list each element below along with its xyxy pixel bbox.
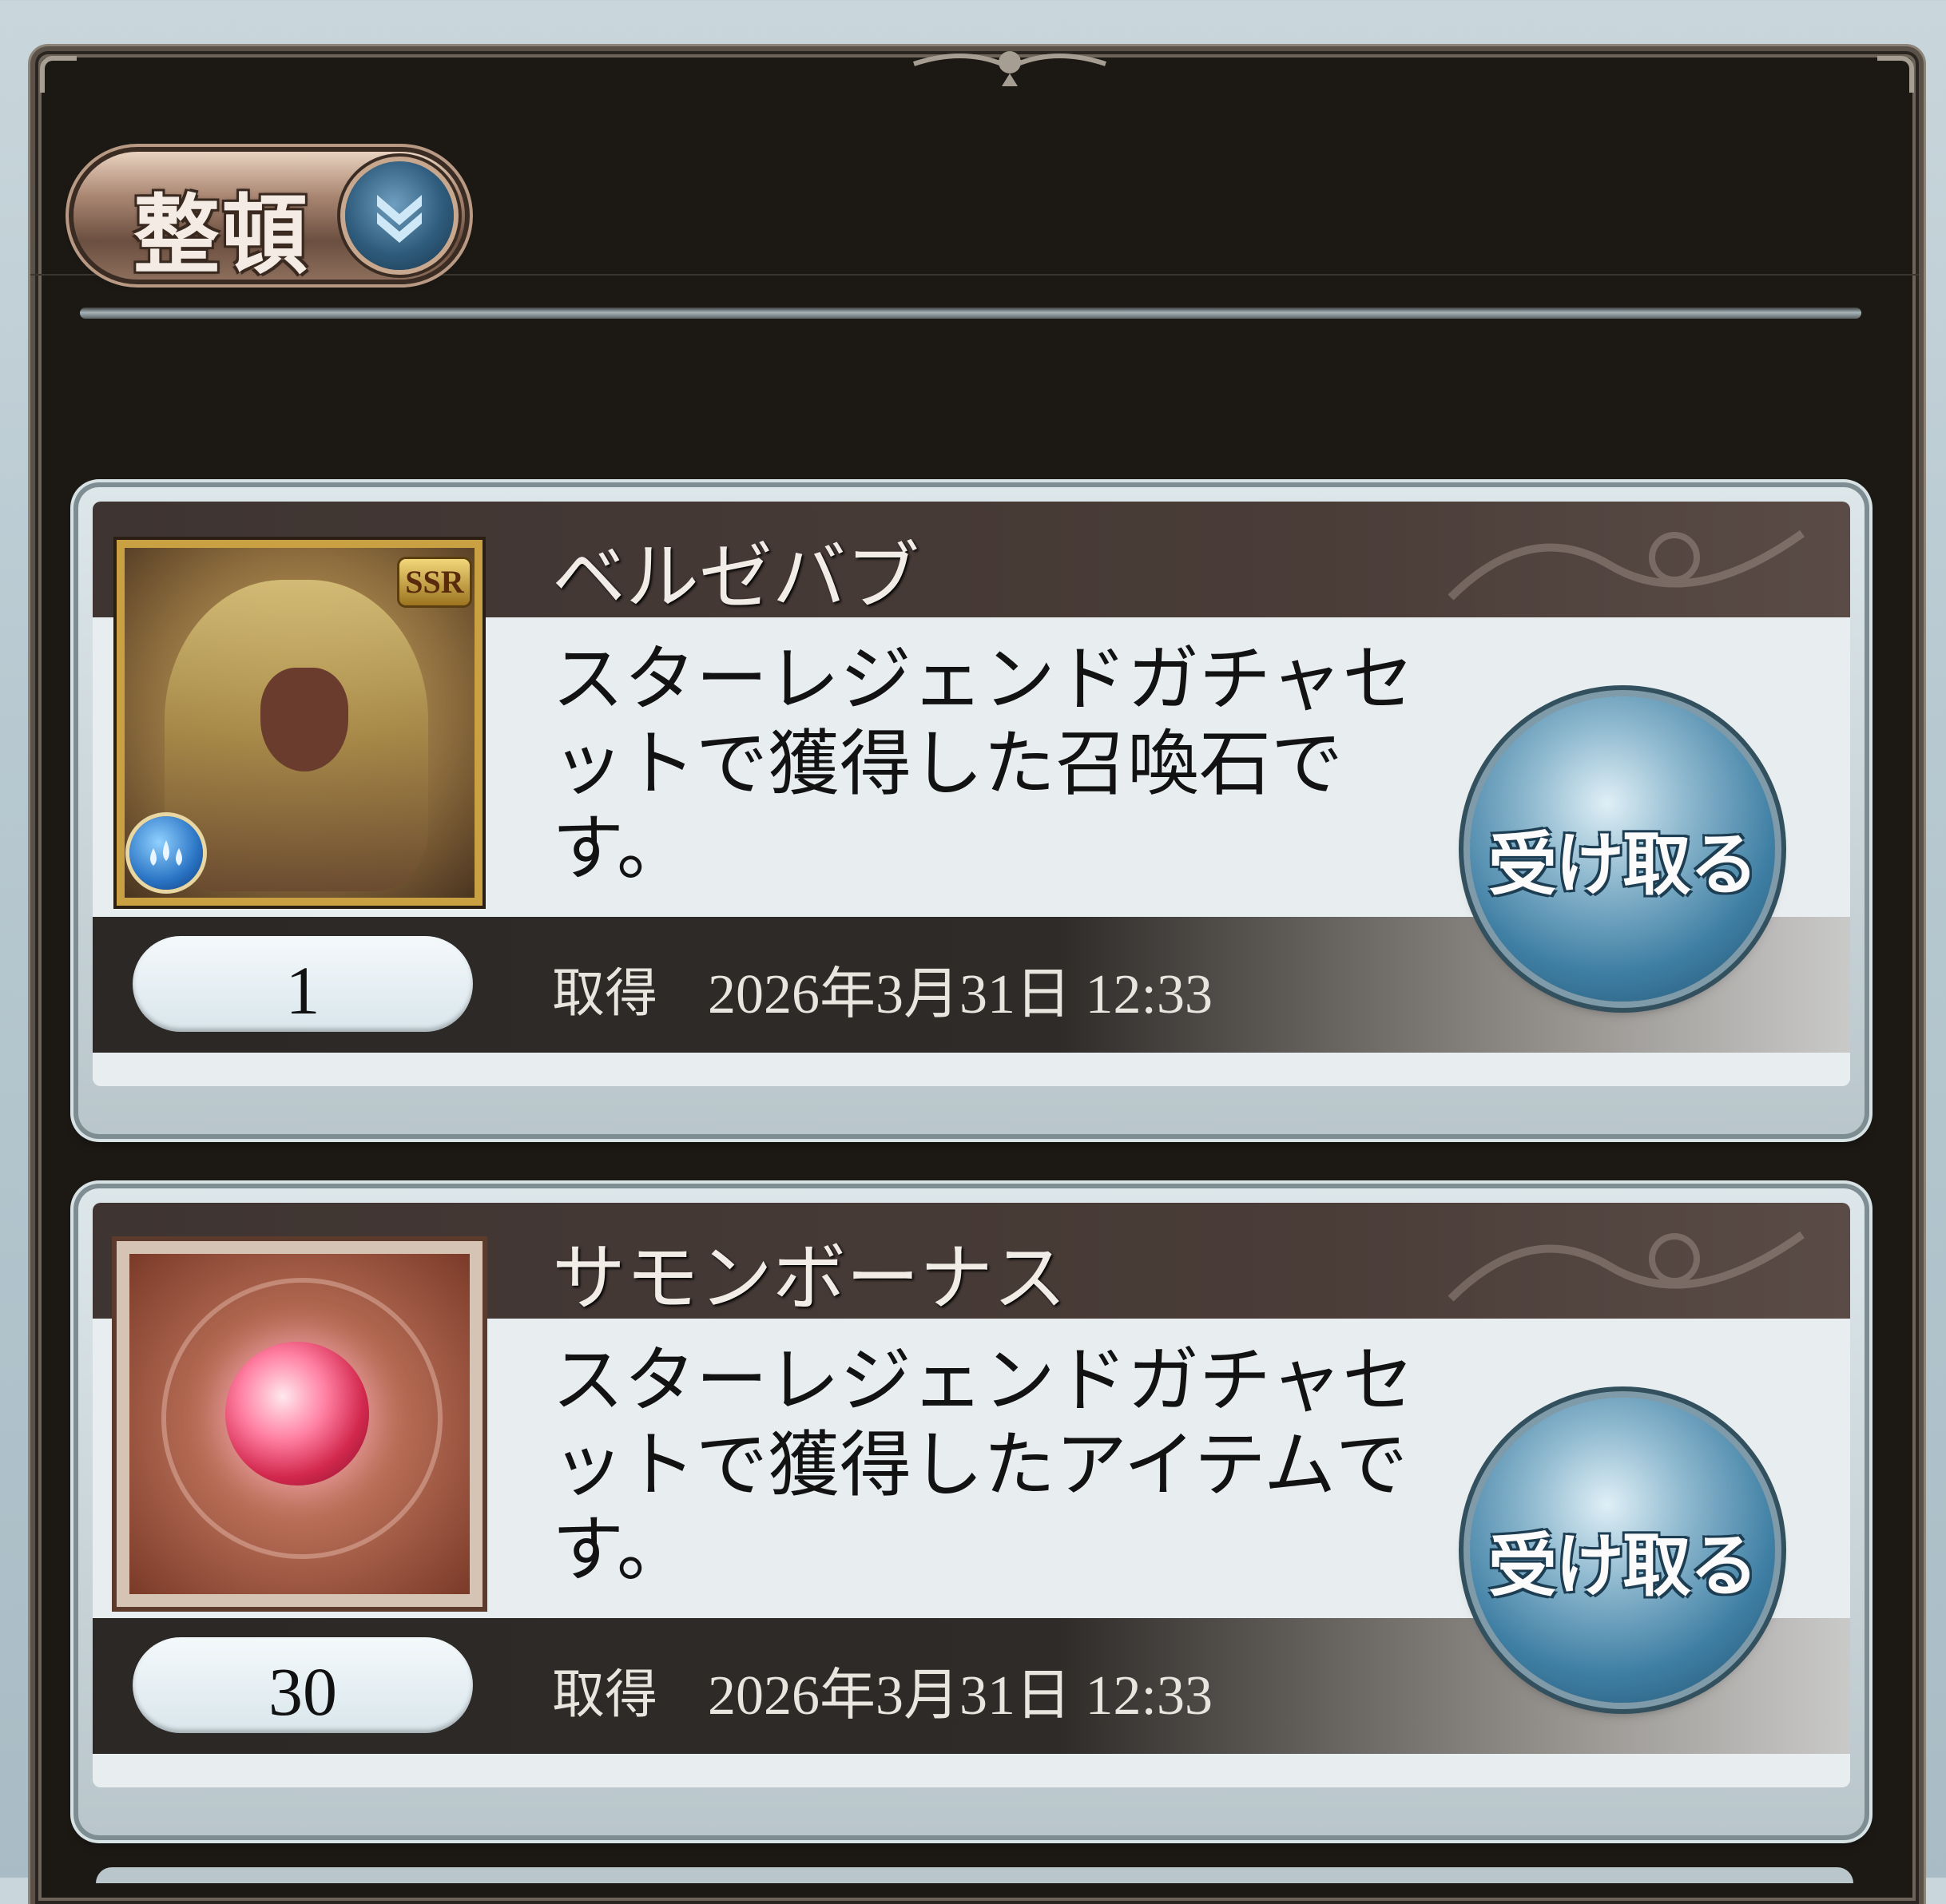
gift-item-card: サモンボーナス スターレジェンドガチャセットで獲得したアイテムです。 30 取得… [78,1188,1865,1835]
section-separator [80,307,1861,319]
quantity-value: 30 [268,1653,337,1730]
acquired-date: 2026年3月31日 12:33 [708,964,1213,1025]
sort-button[interactable]: 整頓 [73,152,465,286]
quantity-badge: 30 [133,1637,473,1733]
receive-button[interactable]: 受け取る [1470,1398,1775,1703]
gift-item-title: ベルゼバブ [552,534,920,620]
sort-label: 整頓 [133,186,310,286]
gift-item-description: スターレジェンドガチャセットで獲得した召喚石です。 [552,637,1415,891]
summon-portrait[interactable]: SSR [117,540,483,906]
acquired-label: 取得 [552,962,657,1024]
floral-deco-icon [1448,1231,1805,1302]
gift-item-description: スターレジェンドガチャセットで獲得したアイテムです。 [552,1339,1415,1592]
orb-glow [225,1342,369,1486]
double-chevron-down-icon [345,161,454,270]
rarity-badge: SSR [399,559,470,605]
receive-button-label: 受け取る [1488,1526,1758,1606]
red-orb-icon[interactable] [117,1241,483,1607]
gift-item-title: サモンボーナス [552,1236,1067,1321]
quantity-value: 1 [285,952,320,1029]
quantity-badge: 1 [133,936,473,1032]
panel-corner-ornament [1877,56,1914,93]
water-icon [129,816,203,890]
receive-button-label: 受け取る [1488,825,1758,905]
next-gift-item-card-edge [96,1867,1853,1883]
receive-button[interactable]: 受け取る [1470,696,1775,1002]
acquired-date: 2026年3月31日 12:33 [708,1665,1213,1727]
crest-ornament-icon [913,51,1106,86]
acquired-label: 取得 [552,1664,657,1725]
panel-corner-ornament [40,56,77,93]
floral-deco-icon [1448,530,1805,601]
gift-item-card: ベルゼバブ スターレジェンドガチャセットで獲得した召喚石です。 1 取得 202… [78,487,1865,1134]
summon-face [260,668,348,772]
